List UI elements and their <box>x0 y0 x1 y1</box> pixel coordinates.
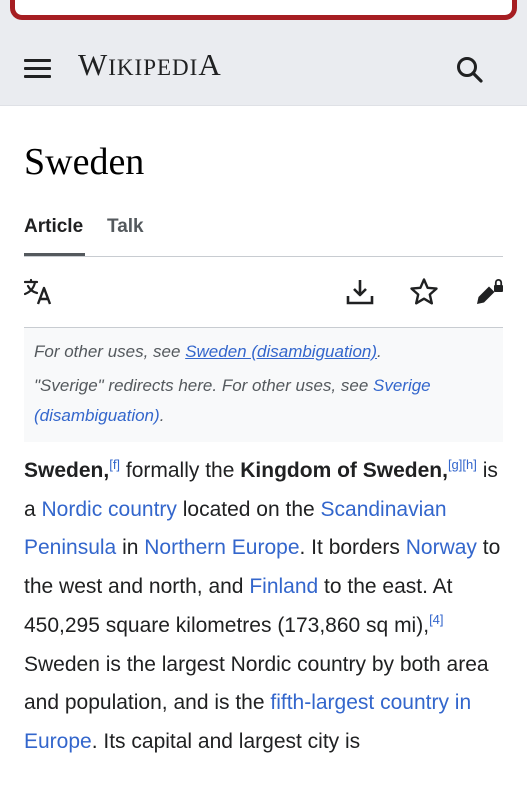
text: formally the <box>120 459 241 482</box>
bold-term: Sweden <box>24 459 104 482</box>
hatnote-line: "Sverige" redirects here. For other uses… <box>34 371 493 431</box>
link-northern-europe[interactable]: Northern Europe <box>144 536 299 559</box>
hatnote-text: "Sverige" redirects here. For other uses… <box>34 376 373 395</box>
hatnote-text: For other uses, see <box>34 342 186 361</box>
hatnote-line: For other uses, see Sweden (disambiguati… <box>34 337 493 367</box>
logo-first-letter: W <box>78 47 109 82</box>
tab-talk[interactable]: Talk <box>107 216 144 238</box>
download-icon[interactable] <box>345 277 375 307</box>
edit-lock-icon[interactable] <box>474 277 504 307</box>
page-actions-toolbar <box>23 257 504 328</box>
hatnote-text: . <box>159 406 165 425</box>
hamburger-menu-icon[interactable] <box>24 56 52 80</box>
wikipedia-logo[interactable]: WIKIPEDIA <box>78 47 222 83</box>
language-icon[interactable] <box>23 277 54 307</box>
logo-last-letter: A <box>198 47 222 82</box>
hatnote-text: . <box>377 342 382 361</box>
text: . It borders <box>299 536 406 560</box>
link-finland[interactable]: Finland <box>249 575 318 598</box>
reference-sup[interactable]: [g][h] <box>448 457 477 472</box>
tab-article[interactable]: Article <box>24 216 83 238</box>
page-tabs: Article Talk <box>24 212 503 257</box>
hatnote-link-disambiguation[interactable]: Sweden (disambiguation) <box>185 342 377 361</box>
page-title: Sweden <box>24 141 145 183</box>
logo-middle-letters: IKIPEDI <box>108 55 199 80</box>
top-banner <box>0 0 527 30</box>
article-body: Sweden,[f] formally the Kingdom of Swede… <box>24 452 503 762</box>
active-tab-indicator <box>24 253 85 256</box>
text: located on the <box>176 497 321 521</box>
link-norway[interactable]: Norway <box>406 536 477 559</box>
link-nordic-country[interactable]: Nordic country <box>42 498 177 521</box>
reference-sup[interactable]: [f] <box>109 457 120 472</box>
text: in <box>116 536 145 560</box>
reference-sup[interactable]: [4] <box>429 612 443 627</box>
hatnote: For other uses, see Sweden (disambiguati… <box>24 328 503 442</box>
search-icon[interactable] <box>452 52 488 88</box>
watch-star-icon[interactable] <box>409 277 439 307</box>
site-header: WIKIPEDIA <box>0 30 527 106</box>
text: . Its capital and largest city is <box>91 729 361 753</box>
lead-paragraph: Sweden,[f] formally the Kingdom of Swede… <box>24 457 501 753</box>
banner-card <box>10 0 517 20</box>
bold-term: Kingdom of Sweden <box>240 459 443 482</box>
